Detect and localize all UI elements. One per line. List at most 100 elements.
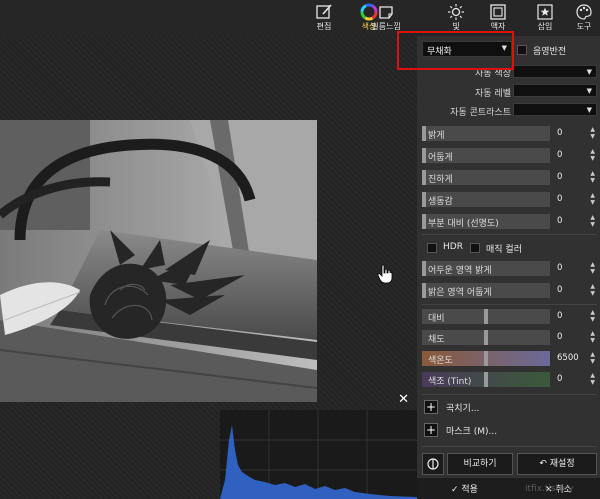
reset-button[interactable]: ↶ 재설정 [517, 453, 597, 475]
auto-level-select[interactable]: ▼ [513, 84, 597, 97]
slider[interactable]: 진하게 [422, 170, 550, 185]
spinner-arrows-icon[interactable]: ▲ ▼ [590, 148, 595, 162]
chevron-down-icon: ▼ [586, 87, 592, 95]
slider-value: 0 [557, 150, 563, 160]
split-view-button[interactable] [422, 453, 444, 475]
spinner-arrows-icon[interactable]: ▲ ▼ [590, 170, 595, 184]
slider-knob[interactable] [422, 126, 426, 141]
check-icon: ✓ [451, 485, 462, 495]
slider-label: 밝게 [428, 131, 445, 141]
auto-contrast-select[interactable]: ▼ [513, 103, 597, 116]
apply-label: 적용 [461, 485, 478, 495]
slider-value-stepper[interactable]: 0 ▲ ▼ [557, 261, 595, 276]
spinner-arrows-icon[interactable]: ▲ ▼ [590, 351, 595, 365]
tool-label: 도구 [576, 22, 592, 31]
slider-label: 부분 대비 (선명도) [428, 219, 499, 229]
slider-value-stepper[interactable]: 0 ▲ ▼ [557, 283, 595, 298]
histogram-panel: ✕ [220, 393, 417, 499]
slider-knob[interactable] [484, 330, 488, 345]
chevron-down-icon: ▼ [586, 68, 592, 76]
slider[interactable]: 색조 (Tint) [422, 372, 550, 387]
slider-value-stepper[interactable]: 0 ▲ ▼ [557, 126, 595, 141]
image-canvas[interactable]: ✕ [0, 36, 417, 499]
slider[interactable]: 어둡게 [422, 148, 550, 163]
slider-value-stepper[interactable]: 0 ▲ ▼ [557, 309, 595, 324]
slider[interactable]: 생동감 [422, 192, 550, 207]
slider[interactable]: 대비 [422, 309, 550, 324]
slider-knob[interactable] [484, 351, 488, 366]
mask-toggle[interactable]: + 마스크 (M)... [422, 420, 599, 440]
spinner-arrows-icon[interactable]: ▲ ▼ [590, 192, 595, 206]
slider-knob[interactable] [422, 214, 426, 229]
palette-icon [576, 4, 592, 20]
slider-label: 밝은 영역 어둡게 [428, 288, 492, 298]
slider[interactable]: 밝게 [422, 126, 550, 141]
slider-value-stepper[interactable]: 0 ▲ ▼ [557, 372, 595, 387]
annotation-highlight-box [397, 31, 514, 70]
slider-knob[interactable] [422, 192, 426, 207]
sun-icon [448, 4, 464, 20]
spinner-arrows-icon[interactable]: ▲ ▼ [590, 309, 595, 323]
split-view-icon [427, 458, 439, 470]
slider-value: 0 [557, 216, 563, 226]
slider-value-stepper[interactable]: 0 ▲ ▼ [557, 214, 595, 229]
slider-value: 0 [557, 332, 563, 342]
auto-level-label: 자동 레벨 [475, 89, 511, 99]
slider-value-stepper[interactable]: 0 ▲ ▼ [557, 148, 595, 163]
slider-value-stepper[interactable]: 0 ▲ ▼ [557, 330, 595, 345]
spinner-arrows-icon[interactable]: ▲ ▼ [590, 214, 595, 228]
slider-knob[interactable] [484, 372, 488, 387]
slider-value: 0 [557, 263, 563, 273]
slider-knob[interactable] [422, 148, 426, 163]
tool-light[interactable]: 빛 [436, 1, 476, 35]
photo-editor-app: 편집 색상 필름느낌 빛 액자 삽입 도구 ✕ 무채화 ▼ 음영반전 자동 색상… [0, 0, 600, 499]
close-icon[interactable]: ✕ [398, 393, 409, 406]
slider-label: 채도 [428, 335, 445, 345]
auto-contrast-label: 자동 콘트라스트 [450, 108, 511, 118]
auto-color-select[interactable]: ▼ [513, 65, 597, 78]
divider [422, 234, 597, 235]
magic-color-label: 매직 컬러 [486, 245, 522, 255]
magic-color-checkbox[interactable] [470, 243, 480, 253]
slider-label: 대비 [428, 314, 445, 324]
edit-icon [316, 4, 332, 19]
slider-knob[interactable] [422, 283, 426, 298]
adjustment-panel: 무채화 ▼ 음영반전 자동 색상 ▼ 자동 레벨 ▼ 자동 콘트라스트 ▼ 밝게… [417, 36, 600, 499]
slider[interactable]: 어두운 영역 밝게 [422, 261, 550, 276]
slider-value: 0 [557, 128, 563, 138]
apply-button[interactable]: ✓ 적용 [451, 482, 478, 495]
spinner-arrows-icon[interactable]: ▲ ▼ [590, 372, 595, 386]
tool-film[interactable]: 필름느낌 [363, 1, 409, 35]
hdr-checkbox[interactable] [427, 243, 437, 253]
mask-label: 마스크 (M)... [446, 427, 498, 437]
slider-value-stepper[interactable]: 6500 ▲ ▼ [557, 351, 595, 366]
slider-knob[interactable] [484, 309, 488, 324]
slider[interactable]: 밝은 영역 어둡게 [422, 283, 550, 298]
spinner-arrows-icon[interactable]: ▲ ▼ [590, 261, 595, 275]
slider[interactable]: 부분 대비 (선명도) [422, 214, 550, 229]
star-insert-icon [537, 4, 553, 20]
slider-knob[interactable] [422, 261, 426, 276]
slider[interactable]: 색온도 [422, 351, 550, 366]
chevron-down-icon: ▼ [586, 106, 592, 114]
slider-value-stepper[interactable]: 0 ▲ ▼ [557, 170, 595, 185]
tool-tools[interactable]: 도구 [568, 1, 600, 35]
spinner-arrows-icon[interactable]: ▲ ▼ [590, 330, 595, 344]
tool-frame[interactable]: 액자 [478, 1, 518, 35]
slider-label: 색온도 [428, 356, 453, 366]
spinner-arrows-icon[interactable]: ▲ ▼ [590, 283, 595, 297]
spinner-arrows-icon[interactable]: ▲ ▼ [590, 126, 595, 140]
slider-value-stepper[interactable]: 0 ▲ ▼ [557, 192, 595, 207]
divider [422, 446, 597, 447]
slider[interactable]: 채도 [422, 330, 550, 345]
slider-knob[interactable] [422, 170, 426, 185]
compare-button[interactable]: 비교하기 [447, 453, 513, 475]
plus-icon: + [424, 400, 438, 414]
plus-icon: + [424, 423, 438, 437]
curves-toggle[interactable]: + 곡치기... [422, 397, 599, 417]
invert-checkbox[interactable] [517, 45, 527, 55]
tool-insert[interactable]: 삽입 [525, 1, 565, 35]
tool-edit[interactable]: 편집 [304, 1, 344, 35]
divider [422, 394, 597, 395]
slider-label: 진하게 [428, 175, 453, 185]
